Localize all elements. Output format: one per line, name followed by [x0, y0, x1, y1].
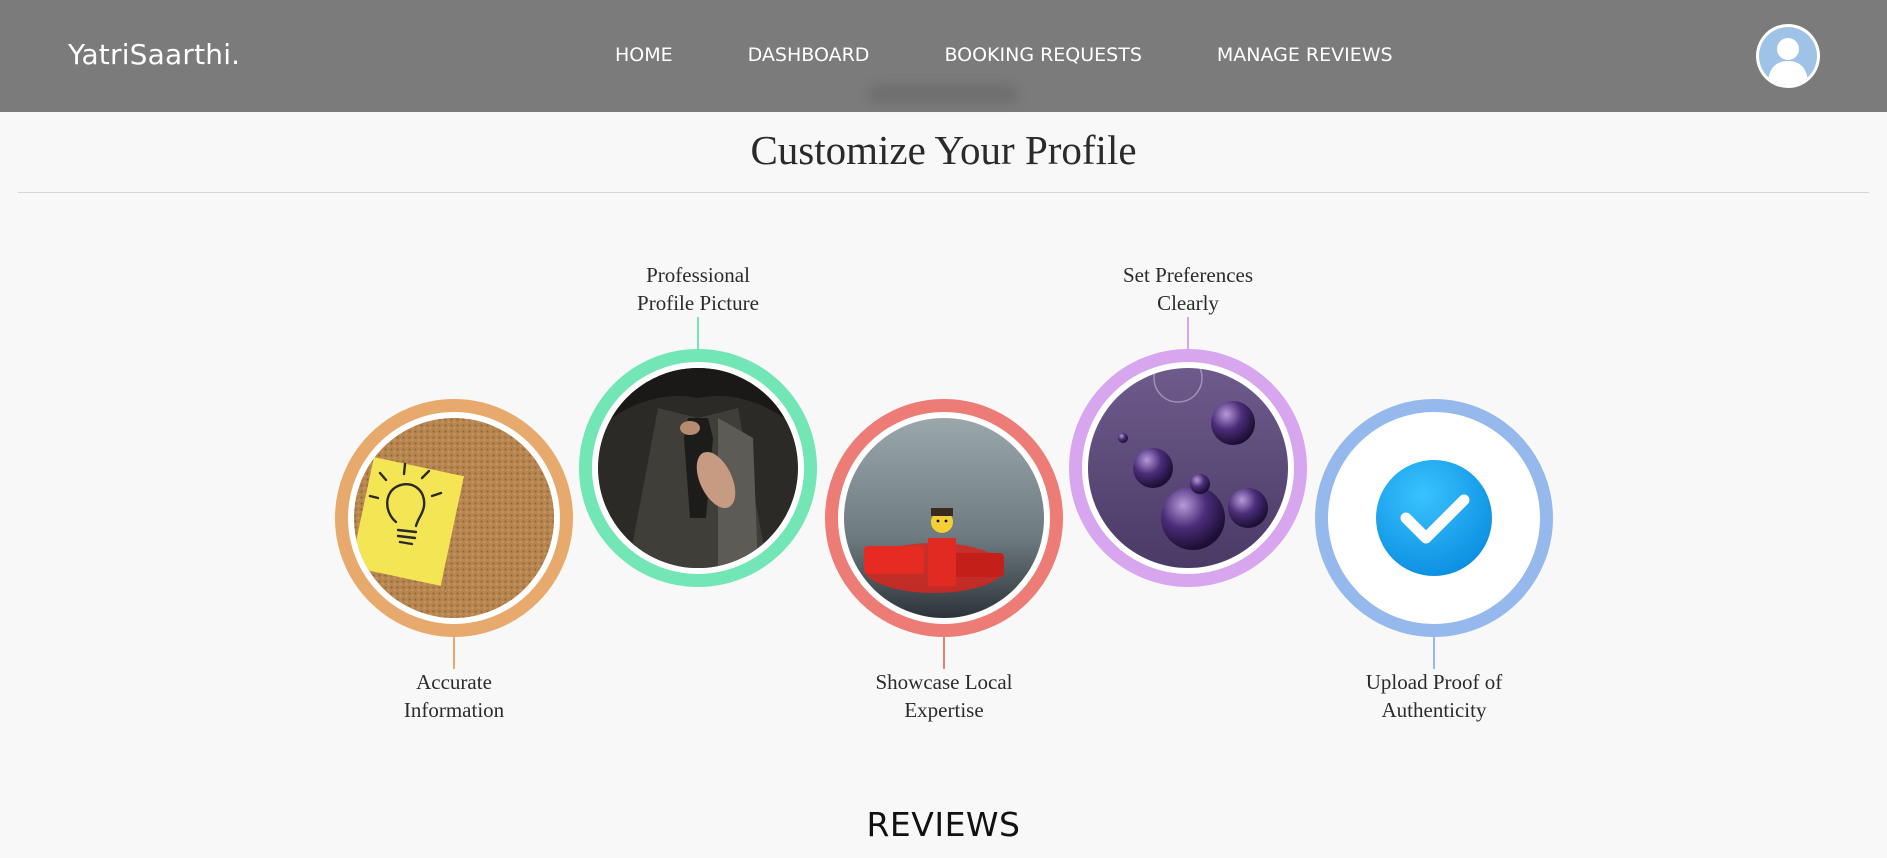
step-set-preferences-clearly [1069, 349, 1307, 587]
header-ghost-shadow [868, 84, 1018, 104]
brand-logo[interactable]: YatriSaarthi. [68, 38, 240, 71]
step-showcase-local-expertise [825, 399, 1063, 637]
purple-bubbles-photo [1088, 368, 1288, 568]
step5-connector [1433, 637, 1435, 669]
step3-connector [943, 637, 945, 669]
nav-manage-reviews[interactable]: MANAGE REVIEWS [1217, 44, 1393, 66]
step2-connector [697, 317, 699, 349]
step1-connector [453, 637, 455, 669]
step4-connector [1187, 317, 1189, 349]
nav-booking-requests[interactable]: BOOKING REQUESTS [944, 44, 1141, 66]
step-upload-proof-of-authenticity [1315, 399, 1553, 637]
reviews-heading: REVIEWS [866, 805, 1021, 844]
man-tie-photo [598, 368, 798, 568]
sticky-note-lightbulb-image [354, 418, 554, 618]
user-avatar-icon [1759, 27, 1817, 85]
user-avatar-button[interactable] [1756, 24, 1820, 88]
step2-label: Professional Profile Picture [637, 263, 759, 315]
step3-label: Showcase Local Expertise [875, 670, 1013, 722]
main-nav: HOME DASHBOARD BOOKING REQUESTS MANAGE R… [615, 44, 1393, 66]
page-title: Customize Your Profile [750, 127, 1137, 173]
step5-label: Upload Proof of Authenticity [1365, 670, 1503, 722]
step4-label: Set Preferences Clearly [1122, 263, 1254, 315]
title-divider [18, 192, 1869, 193]
nav-dashboard[interactable]: DASHBOARD [748, 44, 870, 66]
blue-checkmark-icon [1334, 418, 1534, 618]
step-accurate-information [335, 399, 573, 637]
nav-home[interactable]: HOME [615, 44, 673, 66]
step1-label: Accurate Information [403, 670, 505, 722]
lego-figure-photo [844, 418, 1044, 618]
step-professional-profile-picture [579, 349, 817, 587]
